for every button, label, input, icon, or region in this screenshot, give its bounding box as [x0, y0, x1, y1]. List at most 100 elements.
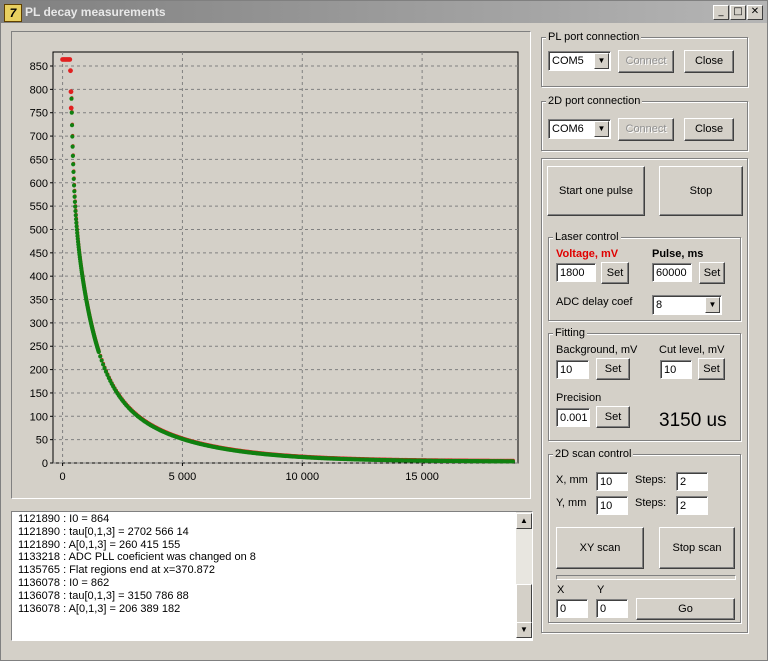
background-input[interactable]: 10 — [556, 360, 589, 379]
x-mm-input[interactable]: 10 — [596, 472, 628, 491]
port2d-connect-button[interactable]: Connect — [618, 118, 674, 141]
x-steps-label: Steps: — [635, 474, 667, 486]
adc-delay-value: 8 — [656, 299, 663, 311]
log-line: 1136078 : I0 = 862 — [18, 577, 110, 589]
measured-point — [68, 89, 74, 95]
chevron-down-icon[interactable]: ▼ — [705, 297, 720, 313]
fit-point — [73, 213, 78, 218]
scroll-thumb[interactable] — [516, 584, 532, 624]
pl-port-value: COM5 — [552, 55, 584, 67]
log-line: 1133218 : ADC PLL coeficient was changed… — [18, 551, 256, 564]
log-scrollbar[interactable]: ▲ ▼ — [516, 512, 532, 638]
voltage-label: Voltage, mV — [556, 248, 619, 260]
xy-scan-button[interactable]: XY scan — [556, 527, 644, 569]
y-mm-input[interactable]: 10 — [596, 496, 628, 515]
pl-connect-button[interactable]: Connect — [618, 50, 674, 73]
go-y-label: Y — [597, 584, 605, 596]
port2d-value: COM6 — [552, 123, 584, 135]
port2d-close-button[interactable]: Close — [684, 118, 734, 141]
chevron-down-icon[interactable]: ▼ — [594, 121, 609, 137]
fit-point — [70, 144, 75, 149]
adc-delay-select[interactable]: 8 ▼ — [652, 295, 722, 315]
y-tick-label: 150 — [30, 388, 48, 400]
y-tick-label: 200 — [30, 365, 48, 377]
fit-point — [71, 176, 76, 182]
window-title: PL decay measurements — [25, 5, 166, 19]
cut-level-set-button[interactable]: Set — [698, 358, 725, 380]
fit-point — [69, 110, 74, 115]
fit-point — [98, 354, 103, 359]
scroll-down-button[interactable]: ▼ — [516, 622, 532, 638]
fit-point — [73, 217, 79, 222]
laser-control-legend: Laser control — [553, 231, 621, 243]
fit-point — [71, 169, 76, 175]
voltage-set-button[interactable]: Set — [601, 262, 629, 284]
log-line: 1136078 : tau[0,1,3] = 3150 786 88 — [18, 589, 189, 602]
fit-point — [96, 349, 101, 355]
precision-input[interactable]: 0.001 — [556, 408, 590, 427]
y-steps-input[interactable]: 2 — [676, 496, 708, 515]
log-line: 1136078 : A[0,1,3] = 206 389 182 — [18, 602, 181, 615]
y-tick-label: 600 — [30, 178, 48, 190]
pl-port-legend: PL port connection — [546, 31, 642, 43]
scan-control-legend: 2D scan control — [553, 448, 634, 460]
adc-delay-label: ADC delay coef — [556, 296, 633, 308]
measured-point — [68, 105, 74, 111]
maximize-button[interactable]: □ — [730, 5, 746, 20]
y-tick-label: 850 — [30, 61, 48, 73]
background-set-button[interactable]: Set — [596, 358, 630, 380]
close-window-button[interactable]: ✕ — [747, 5, 763, 20]
pl-close-button[interactable]: Close — [684, 50, 734, 73]
background-label: Background, mV — [556, 344, 638, 356]
decay-plot: 0 50 100 150 200 250 300 350 400 450 500 550 600 650 7… — [11, 31, 531, 499]
pl-port-select[interactable]: COM5 ▼ — [548, 51, 611, 71]
y-steps-label: Steps: — [635, 497, 667, 509]
port2d-legend: 2D port connection — [546, 95, 643, 107]
fit-point — [71, 183, 77, 188]
scroll-up-button[interactable]: ▲ — [516, 513, 532, 529]
pulse-set-button[interactable]: Set — [699, 262, 725, 284]
voltage-input[interactable]: 1800 — [556, 263, 596, 282]
stop-button[interactable]: Stop — [659, 166, 743, 216]
y-tick-label: 550 — [30, 201, 48, 213]
go-x-input[interactable]: 0 — [556, 599, 588, 618]
y-tick-label: 300 — [30, 318, 48, 330]
scan-progress-bar — [556, 575, 736, 580]
log-line: 1121890 : A[0,1,3] = 260 415 155 — [18, 538, 181, 551]
y-tick-label: 50 — [36, 435, 48, 447]
y-tick-label: 650 — [30, 154, 48, 166]
cut-level-input[interactable]: 10 — [660, 360, 692, 379]
go-y-input[interactable]: 0 — [596, 599, 628, 618]
go-button[interactable]: Go — [636, 598, 735, 620]
fit-point — [73, 208, 78, 214]
decay-chart: 0 50 100 150 200 250 300 350 400 450 500 550 600 650 7… — [30, 51, 519, 483]
minimize-button[interactable]: _ — [713, 5, 729, 20]
stop-scan-button[interactable]: Stop scan — [659, 527, 735, 569]
measured-point — [68, 68, 73, 74]
log-output: ▲ ▼ 1121890 : I0 = 864 1121890 : tau[0,1,… — [11, 511, 533, 641]
chevron-down-icon[interactable]: ▼ — [594, 53, 609, 69]
precision-label: Precision — [556, 392, 602, 404]
fit-point — [72, 199, 78, 204]
fit-point — [70, 134, 75, 139]
start-pulse-button[interactable]: Start one pulse — [547, 166, 645, 216]
x-tick-label: 15 000 — [405, 471, 439, 483]
y-tick-label: 250 — [30, 341, 48, 353]
y-tick-label: 800 — [30, 84, 48, 96]
port2d-select[interactable]: COM6 ▼ — [548, 119, 611, 139]
log-line: 1121890 : tau[0,1,3] = 2702 566 14 — [18, 525, 189, 538]
x-mm-label: X, mm — [556, 474, 588, 486]
title-bar[interactable]: 7 PL decay measurements _ □ ✕ — [1, 1, 767, 23]
app-window: 7 PL decay measurements _ □ ✕ 0 50 100 150 2… — [0, 0, 768, 661]
measured-point — [67, 57, 73, 62]
fit-point — [510, 459, 516, 464]
y-tick-label: 350 — [30, 295, 48, 307]
fit-point — [72, 194, 77, 199]
precision-set-button[interactable]: Set — [596, 406, 630, 428]
pulse-input[interactable]: 60000 — [652, 263, 692, 282]
fit-point — [73, 204, 78, 209]
y-tick-label: 500 — [30, 224, 48, 236]
log-line: 1121890 : I0 = 864 — [18, 513, 110, 525]
y-tick-label: 700 — [30, 131, 48, 143]
x-steps-input[interactable]: 2 — [676, 472, 708, 491]
